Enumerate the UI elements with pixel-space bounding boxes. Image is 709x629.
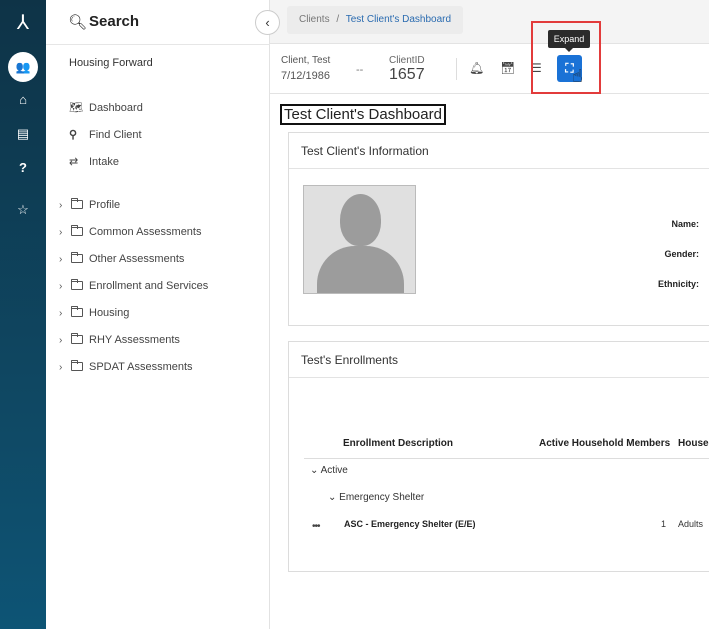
folder-common-assessments[interactable]: › Common Assessments: [59, 225, 202, 238]
chevron-down-icon: ⌄: [310, 465, 319, 476]
top-bar: Clients / Test Client's Dashboard: [270, 0, 709, 44]
list-icon[interactable]: ☰: [531, 61, 542, 75]
folder-icon: [71, 360, 83, 371]
sidebar-item-label: Dashboard: [89, 102, 143, 114]
folder-enrollment-and-services[interactable]: › Enrollment and Services: [59, 279, 209, 292]
client-dob: 7/12/1986: [281, 70, 330, 82]
sidebar-item-label: Find Client: [89, 129, 142, 141]
collapse-sidebar-button[interactable]: ‹: [255, 10, 280, 35]
divider: [304, 458, 709, 459]
folder-label: Other Assessments: [89, 253, 185, 265]
sidebar-item-dashboard[interactable]: 🗺︎ Dashboard: [69, 101, 143, 114]
group-label: Active: [320, 465, 348, 476]
folder-icon: [71, 306, 83, 317]
column-header-household[interactable]: Househ: [678, 438, 709, 449]
enrollment-description[interactable]: ASC - Emergency Shelter (E/E): [344, 519, 476, 529]
household-type: Adults: [678, 519, 704, 529]
card-title: Test Client's Information: [289, 133, 709, 169]
enrollments-card: Test's Enrollments Enrollment Descriptio…: [288, 341, 709, 572]
expand-tooltip: Expand: [548, 30, 590, 52]
folder-rhy-assessments[interactable]: › RHY Assessments: [59, 333, 180, 346]
household-member-count: 1: [661, 519, 667, 529]
client-name: Client, Test: [281, 55, 331, 66]
folder-housing[interactable]: › Housing: [59, 306, 130, 319]
group-label: Emergency Shelter: [339, 492, 425, 503]
chevron-left-icon: ‹: [265, 15, 270, 30]
group-active[interactable]: ⌄ Active: [310, 465, 348, 476]
clients-icon[interactable]: 👥: [8, 52, 38, 82]
sidebar-item-intake[interactable]: ⇄ Intake: [69, 155, 119, 168]
chevron-right-icon: ›: [59, 281, 63, 292]
client-id-label: ClientID: [389, 55, 425, 66]
folder-label: Housing: [89, 307, 130, 319]
field-label-gender: Gender:: [664, 249, 699, 259]
folder-icon: [71, 225, 83, 236]
home-icon[interactable]: ⌂: [0, 92, 46, 107]
breadcrumb-separator: /: [336, 14, 340, 25]
row-menu-icon[interactable]: •••: [312, 521, 320, 532]
search-icon: ⚲: [69, 129, 78, 141]
app-logo-icon[interactable]: ⅄: [0, 10, 46, 34]
page-title: Test Client's Dashboard: [280, 104, 446, 125]
chevron-right-icon: ›: [59, 200, 63, 211]
client-information-card: Test Client's Information Name: Gender: …: [288, 132, 709, 326]
organization-name: Housing Forward: [69, 57, 153, 69]
sidebar-item-label: Intake: [89, 156, 119, 168]
hand-cursor-icon: ☝︎: [572, 66, 583, 86]
bell-icon[interactable]: 🔔︎: [469, 61, 484, 75]
column-header-members[interactable]: Active Household Members: [539, 438, 670, 449]
card-title: Test's Enrollments: [289, 342, 709, 378]
client-placeholder-dash: --: [356, 64, 364, 76]
calendar-icon[interactable]: 📅︎: [500, 61, 515, 75]
app-rail: ⅄ 👥 ⌂ ▤ ? ☆: [0, 0, 46, 629]
folder-icon: [71, 252, 83, 263]
chevron-down-icon: ⌄: [328, 492, 337, 503]
group-emergency-shelter[interactable]: ⌄ Emergency Shelter: [328, 492, 424, 503]
chevron-right-icon: ›: [59, 227, 63, 238]
folder-label: SPDAT Assessments: [89, 361, 193, 373]
folder-icon: [71, 198, 83, 209]
star-icon[interactable]: ☆: [0, 202, 46, 218]
folder-icon: [71, 333, 83, 344]
folder-spdat-assessments[interactable]: › SPDAT Assessments: [59, 360, 193, 373]
folder-profile[interactable]: › Profile: [59, 198, 121, 211]
document-icon[interactable]: ▤: [0, 126, 46, 142]
sidebar-item-find-client[interactable]: ⚲ Find Client: [69, 128, 142, 141]
search-label: Search: [89, 13, 140, 30]
divider: [456, 58, 457, 80]
client-id-value: 1657: [389, 66, 425, 83]
sidebar: 🔍︎ Search Housing Forward 🗺︎ Dashboard ⚲ F…: [46, 0, 270, 629]
chevron-right-icon: ›: [59, 254, 63, 265]
client-info-bar: Client, Test 7/12/1986 -- ClientID 1657 …: [270, 44, 709, 94]
folder-icon: [71, 279, 83, 290]
sidebar-search[interactable]: 🔍︎ Search: [46, 0, 270, 45]
chevron-right-icon: ›: [59, 362, 63, 373]
chevron-right-icon: ›: [59, 335, 63, 346]
column-header-description[interactable]: Enrollment Description: [343, 438, 453, 449]
breadcrumb: Clients / Test Client's Dashboard: [287, 6, 464, 34]
help-icon[interactable]: ?: [0, 160, 46, 175]
folder-label: RHY Assessments: [89, 334, 180, 346]
field-label-ethnicity: Ethnicity:: [657, 279, 699, 289]
main-content: Clients / Test Client's Dashboard Client…: [270, 0, 709, 629]
map-icon: 🗺︎: [69, 102, 83, 114]
exchange-icon: ⇄: [69, 156, 79, 168]
breadcrumb-clients[interactable]: Clients: [299, 14, 330, 25]
field-label-name: Name:: [671, 219, 699, 229]
folder-other-assessments[interactable]: › Other Assessments: [59, 252, 185, 265]
folder-label: Common Assessments: [89, 226, 202, 238]
search-icon: 🔍︎: [68, 14, 88, 31]
client-photo-placeholder: [303, 185, 416, 294]
folder-label: Profile: [89, 199, 121, 211]
chevron-right-icon: ›: [59, 308, 63, 319]
folder-label: Enrollment and Services: [89, 280, 209, 292]
breadcrumb-current[interactable]: Test Client's Dashboard: [346, 14, 451, 25]
